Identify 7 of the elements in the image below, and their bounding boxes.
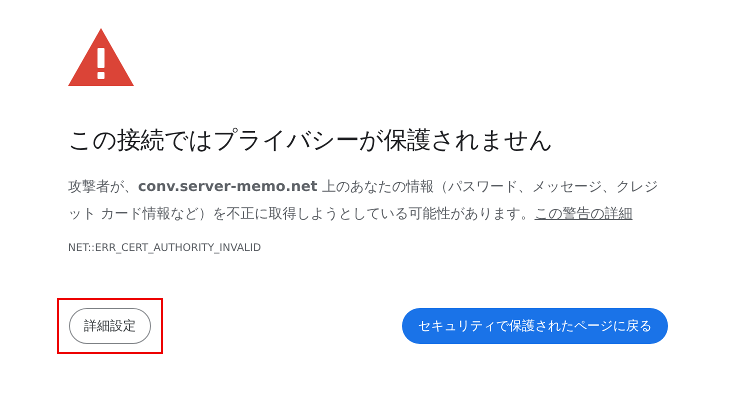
warning-icon	[68, 28, 134, 86]
warning-message: 攻撃者が、conv.server-memo.net 上のあなたの情報（パスワード、メッセージ、クレジット カード情報など）を不正に取得しようとしている可能性があります。この警告の詳細	[68, 178, 659, 224]
details-link[interactable]: この警告の詳細	[534, 206, 633, 222]
error-code: NET::ERR_CERT_AUTHORITY_INVALID	[68, 242, 262, 254]
page-heading: この接続ではプライバシーが保護されません	[68, 125, 554, 156]
back-button[interactable]: セキュリティで保護されたページに戻る	[402, 308, 668, 344]
advanced-button[interactable]: 詳細設定	[69, 308, 151, 344]
